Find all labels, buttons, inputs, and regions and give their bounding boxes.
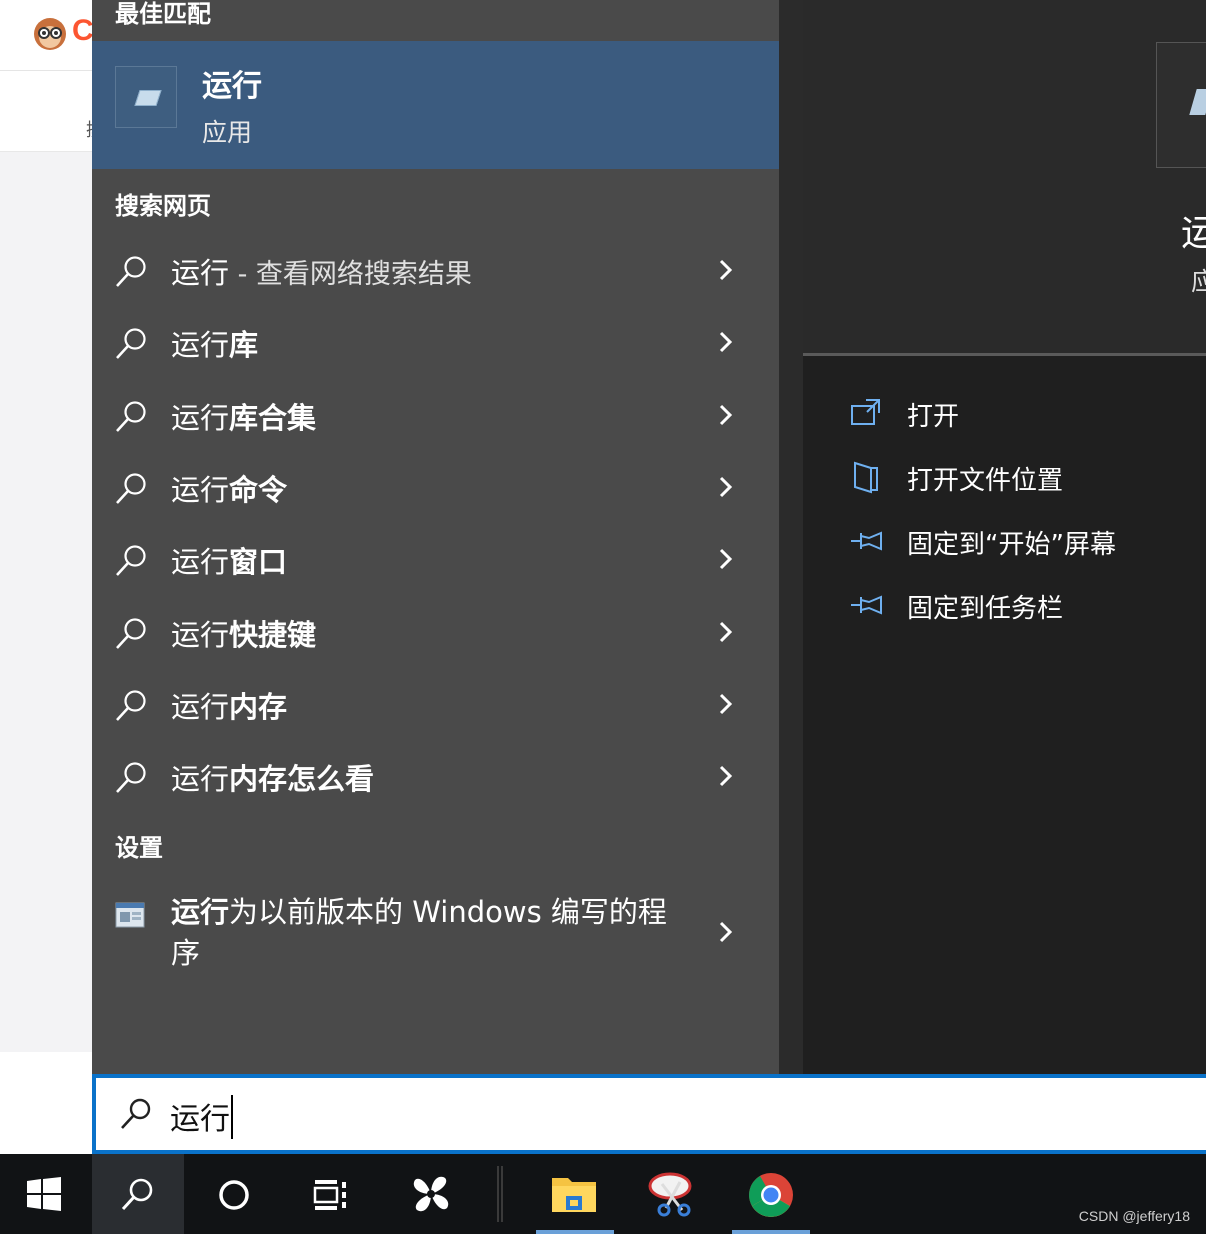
settings-header: 设置 — [115, 834, 163, 862]
search-results-panel: 最佳匹配 运行 应用 搜索网页 运行 - 查看网络搜索结果 运行库运行库合集运行命… — [92, 0, 779, 1074]
pin-icon — [851, 595, 882, 615]
run-app-icon — [115, 66, 177, 128]
chevron-right-icon — [719, 259, 733, 281]
background-subheader — [0, 71, 92, 152]
web-result-item[interactable]: 运行窗口 — [92, 523, 779, 595]
text-caret — [231, 1095, 233, 1139]
run-app-large-icon — [1156, 42, 1206, 168]
best-match-item[interactable]: 运行 应用 — [92, 41, 779, 169]
web-result-label: 运行内存怎么看 — [171, 762, 375, 797]
search-icon — [116, 545, 146, 577]
taskbar-search-button[interactable] — [92, 1154, 184, 1234]
detail-action-label: 固定到任务栏 — [907, 594, 1064, 624]
search-icon — [116, 400, 146, 432]
chevron-right-icon — [719, 693, 733, 714]
pinwheel-app-button[interactable] — [385, 1154, 477, 1234]
detail-action-item[interactable]: 固定到任务栏 — [803, 578, 1206, 634]
search-icon — [121, 1098, 151, 1129]
file-explorer-button[interactable] — [528, 1154, 620, 1234]
taskbar: CSDN @jeffery18 — [0, 1154, 1206, 1234]
search-box[interactable]: 运行 — [92, 1074, 1206, 1154]
search-icon — [116, 617, 146, 649]
web-result-item[interactable]: 运行命令 — [92, 451, 779, 523]
web-result-label: 运行 - 查看网络搜索结果 — [171, 256, 472, 290]
active-indicator — [536, 1230, 614, 1234]
web-result-label: 运行库 — [171, 328, 259, 363]
logo-letter: C — [72, 14, 92, 47]
detail-action-item[interactable]: 固定到“开始”屏幕 — [803, 514, 1206, 570]
web-search-header: 搜索网页 — [115, 192, 211, 220]
detail-action-item[interactable]: 打开文件位置 — [803, 450, 1206, 506]
web-result-item[interactable]: 运行快捷键 — [92, 596, 779, 668]
background-header: C — [0, 0, 92, 71]
search-input[interactable]: 运行 — [170, 1094, 233, 1139]
web-result-item[interactable]: 运行库合集 — [92, 379, 779, 451]
search-icon — [116, 762, 146, 793]
snipping-tool-button[interactable] — [626, 1154, 718, 1234]
chevron-right-icon — [719, 404, 733, 425]
taskbar-separator — [497, 1166, 503, 1222]
chevron-right-icon — [719, 921, 733, 943]
compatibility-settings-icon — [115, 902, 145, 928]
settings-result-label: 运行为以前版本的 Windows 编写的程序 — [171, 895, 667, 970]
web-result-item[interactable]: 运行内存 — [92, 668, 779, 740]
web-result-item[interactable]: 运行库 — [92, 306, 779, 378]
detail-action-label: 固定到“开始”屏幕 — [907, 530, 1116, 560]
web-result-label: 运行命令 — [171, 472, 288, 507]
best-match-header: 最佳匹配 — [115, 0, 211, 28]
watermark: CSDN @jeffery18 — [1078, 1208, 1190, 1224]
best-match-title: 运行 — [202, 69, 262, 104]
search-icon — [116, 690, 146, 721]
open-icon — [851, 399, 880, 425]
background-page: C 摸 — [0, 0, 92, 1154]
web-result-label: 运行内存 — [171, 689, 288, 724]
pin-icon — [851, 531, 882, 551]
file-explorer-icon — [552, 1178, 596, 1212]
detail-divider — [803, 353, 1206, 356]
detail-action-label: 打开 — [907, 402, 960, 432]
chevron-right-icon — [719, 332, 733, 353]
detail-action-item[interactable]: 打开 — [803, 386, 1206, 442]
active-indicator — [732, 1230, 810, 1234]
cortana-icon — [219, 1180, 249, 1210]
chevron-right-icon — [719, 476, 733, 497]
chrome-button[interactable] — [724, 1154, 816, 1234]
settings-result-item[interactable]: 运行为以前版本的 Windows 编写的程序 — [92, 882, 779, 982]
web-result-label: 运行库合集 — [171, 400, 317, 435]
detail-title: 运 — [1181, 213, 1206, 254]
best-match-type: 应用 — [202, 118, 253, 147]
detail-action-label: 打开文件位置 — [907, 466, 1064, 496]
monkey-logo-icon — [34, 18, 66, 50]
chevron-right-icon — [719, 621, 733, 642]
search-icon — [116, 473, 146, 504]
start-button[interactable] — [0, 1154, 92, 1234]
task-view-button[interactable] — [285, 1154, 377, 1234]
chevron-right-icon — [719, 766, 733, 787]
web-result-item[interactable]: 运行内存怎么看 — [92, 740, 779, 812]
chevron-right-icon — [719, 549, 733, 570]
task-view-icon — [313, 1180, 346, 1210]
pinwheel-app-icon — [413, 1176, 449, 1212]
web-result-label: 运行快捷键 — [171, 617, 317, 652]
search-icon — [121, 1178, 153, 1211]
detail-type: 应 — [1191, 267, 1206, 296]
file-location-icon — [854, 461, 878, 494]
detail-panel: 运 应 打开打开文件位置固定到“开始”屏幕 固定到任务栏 — [803, 0, 1206, 1074]
windows-start-icon — [27, 1177, 61, 1211]
detail-header: 运 应 — [803, 0, 1206, 353]
cortana-button[interactable] — [188, 1154, 280, 1234]
chrome-icon — [749, 1173, 793, 1217]
web-result-label: 运行窗口 — [171, 545, 288, 580]
background-footer — [0, 1052, 92, 1154]
snipping-tool-icon — [648, 1172, 692, 1217]
web-result-item[interactable]: 运行 - 查看网络搜索结果 — [92, 234, 779, 306]
search-icon — [116, 256, 146, 287]
search-icon — [116, 328, 146, 360]
